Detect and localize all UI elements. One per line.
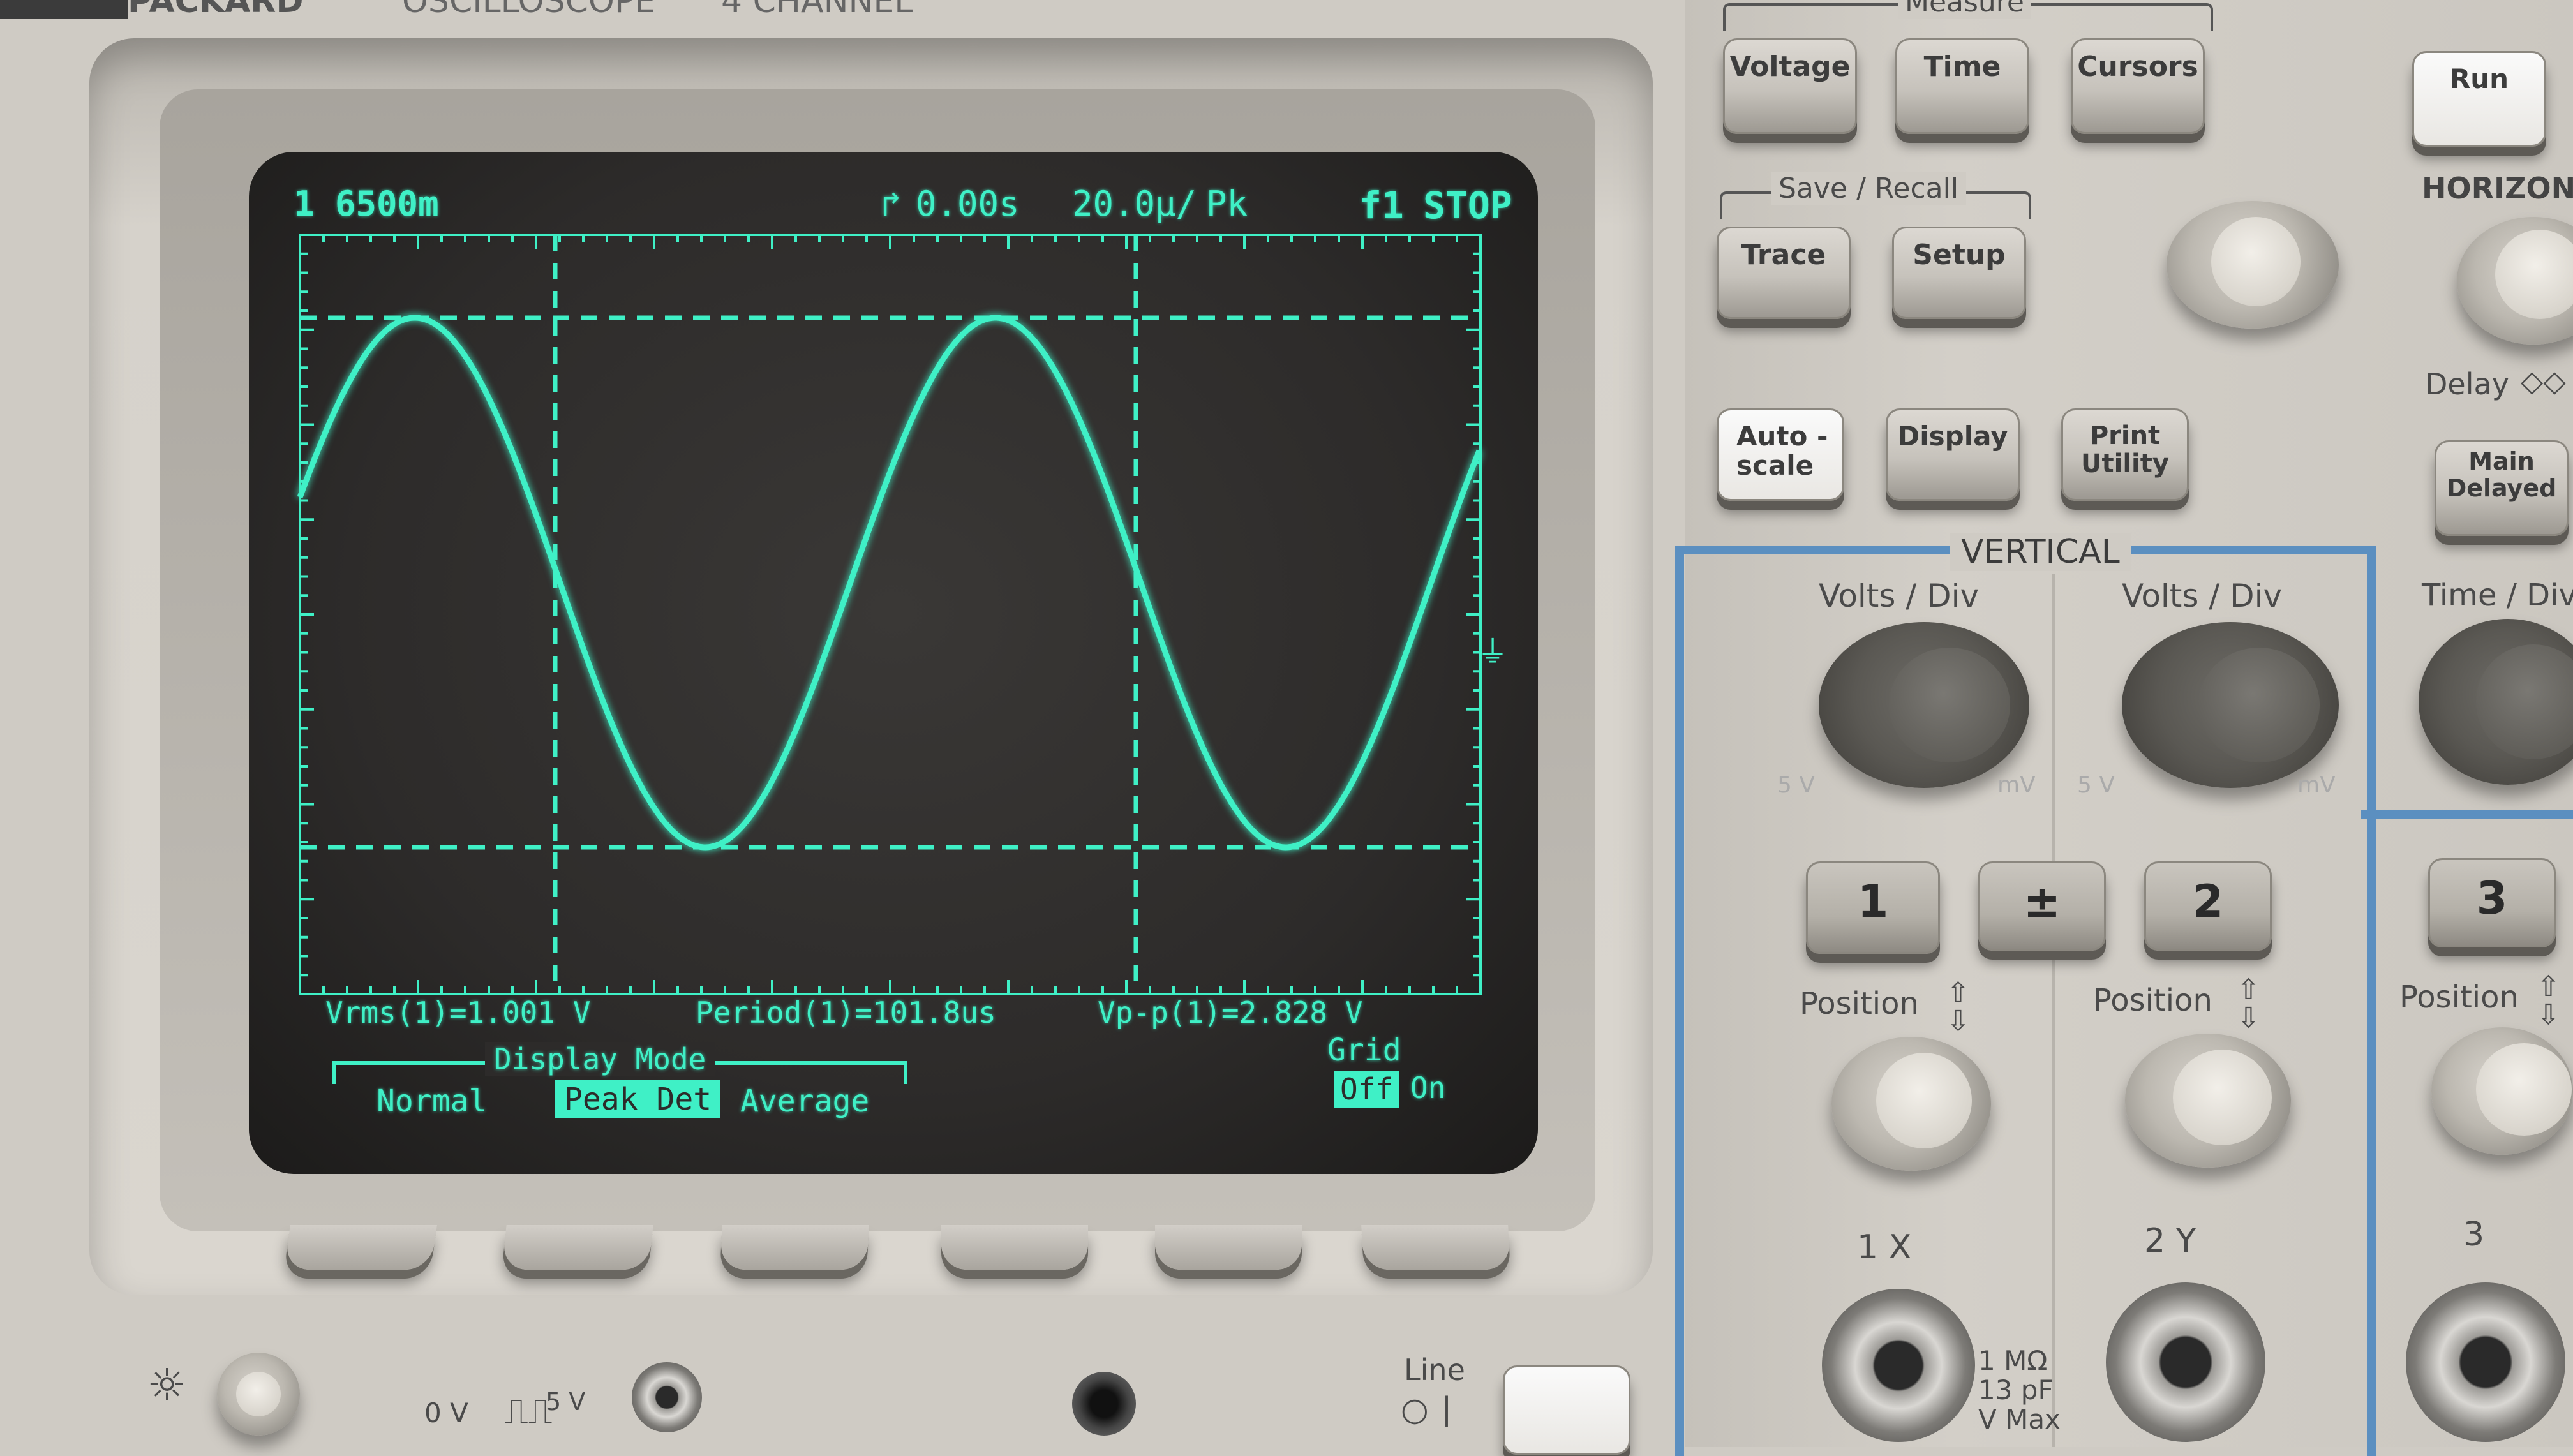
run-button[interactable]: Run (2412, 51, 2546, 147)
channel-label: 4 CHANNEL (721, 0, 913, 20)
ch3-position-label: Position (2399, 979, 2519, 1015)
input-spec-max: V Max (1978, 1404, 2061, 1435)
utility-label: Utility (2081, 449, 2169, 479)
input-spec: 1 MΩ 13 pF V Max (1978, 1346, 2061, 1434)
probe-cal-low: 0 V (424, 1397, 468, 1429)
cursor-lines (300, 235, 1480, 994)
ch2-position-knob[interactable] (2125, 1034, 2291, 1168)
trigger-source-readout: f1 (1359, 184, 1404, 227)
measurement-vrms: Vrms(1)=1.001 V (325, 995, 591, 1030)
save-recall-title: Save / Recall (1771, 172, 1967, 205)
sine-trace (297, 315, 1482, 851)
time-div-label: Time / Div (2422, 577, 2573, 613)
input2-label: 2 Y (2144, 1222, 2196, 1260)
cursors-button[interactable]: Cursors (2071, 38, 2205, 134)
ch2-scale-min: mV (2297, 772, 2336, 798)
ch2-button[interactable]: 2 (2144, 861, 2272, 951)
measurement-vpp: Vp-p(1)=2.828 V (1098, 995, 1363, 1030)
display-mode-normal: Normal (377, 1083, 488, 1119)
softkey-1[interactable] (284, 1225, 437, 1270)
print-utility-button[interactable]: Print Utility (2061, 408, 2189, 501)
trigger-time-readout: 0.00s (916, 184, 1020, 224)
vertical-divider (2052, 574, 2055, 1447)
crt-screen: ⏚ 1 6500m ↱ 0.00s 20.0µ/ Pk f1 STOP Vrms… (249, 152, 1538, 1174)
vertical-title: VERTICAL (1950, 533, 2131, 571)
ch2-volts-div-knob[interactable] (2122, 622, 2339, 788)
voltage-button[interactable]: Voltage (1723, 38, 1857, 134)
ch1-volts-div-knob[interactable] (1819, 622, 2029, 788)
display-mode-peakdet: Peak Det (555, 1080, 721, 1118)
ch1-position-arrows-icon: ⇧ ⇩ (1946, 977, 1970, 1037)
math-button[interactable]: ± (1978, 861, 2106, 951)
probe-cal-high: 5 V (546, 1388, 586, 1416)
ground-marker: ⏚ (1477, 634, 1508, 670)
autoscale-button[interactable]: Auto - scale (1717, 408, 1844, 501)
autoscale-label-1: Auto - (1736, 420, 1828, 452)
trace-button[interactable]: Trace (1717, 227, 1851, 319)
line-label: Line (1404, 1353, 1465, 1387)
display-button[interactable]: Display (1886, 408, 2020, 501)
input3-label: 3 (2463, 1215, 2485, 1254)
display-mode-title: Display Mode (485, 1042, 715, 1076)
graticule-border (299, 234, 1482, 995)
power-switch[interactable] (1503, 1365, 1630, 1455)
ch1-bnc-connector[interactable] (1822, 1289, 1975, 1442)
model-label: OSCILLOSCOPE (402, 0, 656, 20)
ch2-scale-max: 5 V (2077, 772, 2115, 798)
intensity-knob[interactable] (217, 1353, 300, 1436)
horizontal-title: HORIZONTAL (2422, 171, 2573, 205)
grid-title: Grid (1327, 1032, 1401, 1068)
ch3-position-knob[interactable] (2431, 1027, 2573, 1155)
ch1-position-label: Position (1800, 986, 1919, 1021)
intensity-icon: ☼ (147, 1359, 187, 1411)
delay-label: Delay (2425, 367, 2509, 401)
timebase-readout: 20.0µ/ (1072, 184, 1197, 224)
ch3-position-arrows-icon: ⇧ ⇩ (2537, 970, 2560, 1031)
ch2-bnc-connector[interactable] (2106, 1282, 2265, 1442)
input-spec-impedance: 1 MΩ (1978, 1345, 2048, 1376)
ch2-position-label: Position (2093, 983, 2212, 1018)
input1-label: 1 X (1857, 1228, 1912, 1267)
channel-scale-readout: 1 6500m (294, 184, 439, 224)
measure-title: Measure (1898, 0, 2031, 19)
ch1-position-knob[interactable] (1831, 1037, 1991, 1171)
ch2-position-arrows-icon: ⇧ ⇩ (2237, 974, 2260, 1034)
measurement-period: Period(1)=101.8us (696, 995, 996, 1030)
print-label: Print (2089, 421, 2161, 450)
grid-off: Off (1334, 1071, 1400, 1108)
time-button[interactable]: Time (1895, 38, 2029, 134)
softkey-2[interactable] (502, 1225, 653, 1270)
trigger-marker-icon: ↱ (881, 184, 902, 224)
display-mode-average: Average (740, 1083, 870, 1119)
graticule (299, 234, 1482, 995)
softkey-6[interactable] (1361, 1225, 1510, 1270)
power-symbols: ○ ∣ (1401, 1391, 1455, 1428)
setup-button[interactable]: Setup (1892, 227, 2026, 319)
ch3-bnc-connector[interactable] (2406, 1282, 2565, 1442)
brand-logo (0, 0, 128, 19)
softkey-5[interactable] (1155, 1225, 1302, 1270)
input-spec-capacitance: 13 pF (1978, 1374, 2054, 1406)
delayed-label: Delayed (2446, 473, 2557, 502)
probe-cal-terminal[interactable] (632, 1362, 702, 1432)
ch1-scale-min: mV (1997, 772, 2036, 798)
main-delayed-button[interactable]: Main Delayed (2435, 440, 2569, 536)
ch1-scale-max: 5 V (1777, 772, 1815, 798)
delay-arrows-icon: ◇◇ (2521, 364, 2566, 398)
ch2-volts-div-label: Volts / Div (2122, 577, 2283, 614)
grid-on: On (1410, 1071, 1446, 1105)
autoscale-label-2: scale (1736, 450, 1814, 482)
ch1-button[interactable]: 1 (1806, 861, 1940, 954)
softkey-4[interactable] (941, 1225, 1088, 1270)
softkey-3[interactable] (720, 1225, 869, 1270)
acq-mode-readout: Pk (1206, 184, 1248, 224)
brand-name: PACKARD (128, 0, 304, 20)
run-state-readout: STOP (1423, 184, 1512, 227)
entry-knob[interactable] (2167, 201, 2339, 329)
horizontal-frame (2361, 810, 2573, 819)
ch1-volts-div-label: Volts / Div (1819, 577, 1980, 614)
ch3-button[interactable]: 3 (2428, 858, 2556, 947)
main-label: Main (2468, 447, 2535, 475)
ext-trigger-jack[interactable] (1072, 1372, 1136, 1436)
